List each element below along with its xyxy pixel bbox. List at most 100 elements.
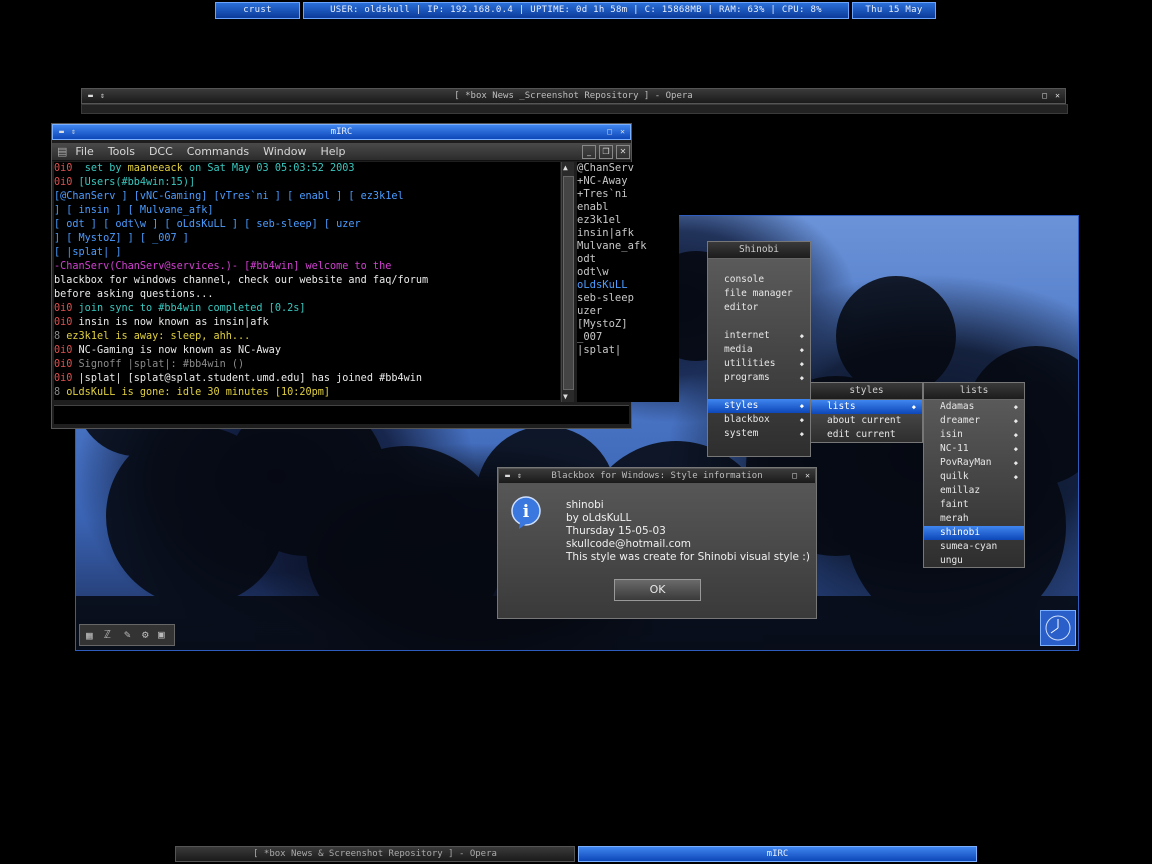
nick-item[interactable]: [MystoZ] bbox=[577, 318, 679, 331]
app-icon[interactable]: ▦ bbox=[86, 629, 93, 642]
menu-item-style[interactable]: PovRayMan ◆ bbox=[924, 456, 1024, 470]
nick-item[interactable]: insin|afk bbox=[577, 227, 679, 240]
topbar-date: Thu 15 May bbox=[852, 2, 936, 19]
chat-line: 8 oLdsKuLL is gone: idle 30 minutes [10:… bbox=[54, 387, 331, 398]
menu-item-style[interactable]: emillaz bbox=[924, 484, 1024, 498]
menu-help[interactable]: Help bbox=[320, 143, 345, 160]
root-menu[interactable]: Shinobi console file manager editor inte… bbox=[707, 241, 811, 457]
clock-icon[interactable] bbox=[1040, 610, 1076, 646]
menu-item-edit-current[interactable]: edit current bbox=[811, 428, 922, 442]
settings-icon[interactable]: ⚙ bbox=[142, 628, 149, 641]
menu-item-style[interactable]: shinobi bbox=[924, 526, 1024, 540]
chat-line: blackbox for windows channel, check our … bbox=[54, 275, 429, 286]
nick-item[interactable]: |splat| bbox=[577, 344, 679, 357]
chat-log[interactable]: 0i0 set by maaneeack on Sat May 03 05:03… bbox=[54, 162, 560, 400]
child-minimize-icon[interactable]: _ bbox=[582, 145, 596, 159]
nick-item[interactable]: seb-sleep bbox=[577, 292, 679, 305]
menu-item-style[interactable]: isin ◆ bbox=[924, 428, 1024, 442]
menu-item-style[interactable]: quilk ◆ bbox=[924, 470, 1024, 484]
sort-icon[interactable]: ℤ bbox=[104, 628, 111, 641]
nick-item[interactable]: _007 bbox=[577, 331, 679, 344]
menu-item-lists[interactable]: lists ◆ bbox=[811, 400, 922, 414]
minimize-icon[interactable]: ▬ bbox=[86, 91, 95, 100]
scroll-thumb[interactable] bbox=[563, 176, 574, 390]
menu-item-internet[interactable]: internet ◆ bbox=[708, 329, 810, 343]
menu-item-console[interactable]: console bbox=[708, 273, 810, 287]
close-icon[interactable]: ✕ bbox=[1053, 91, 1062, 100]
nick-item[interactable]: @ChanServ bbox=[577, 162, 679, 175]
chat-line: 0i0 insin is now known as insin|afk bbox=[54, 317, 269, 328]
nick-item[interactable]: ez3k1el bbox=[577, 214, 679, 227]
chat-line: 8 ez3k1el is away: sleep, ahh... bbox=[54, 331, 251, 342]
child-close-icon[interactable]: ✕ bbox=[616, 145, 630, 159]
close-icon[interactable]: ✕ bbox=[803, 471, 812, 480]
child-restore-icon[interactable]: ❐ bbox=[599, 145, 613, 159]
chat-scrollbar[interactable]: ▲ ▼ bbox=[561, 162, 574, 402]
scroll-down-icon[interactable]: ▼ bbox=[563, 392, 568, 401]
menu-item-system[interactable]: system ◆ bbox=[708, 427, 810, 441]
menu-item-style[interactable]: merah bbox=[924, 512, 1024, 526]
menu-item-styles[interactable]: styles ◆ bbox=[708, 399, 810, 413]
dialog-titlebar[interactable]: ▬ ⇕ Blackbox for Windows: Style informat… bbox=[498, 468, 816, 484]
maximize-icon[interactable]: □ bbox=[1040, 91, 1049, 100]
menu-item-style[interactable]: dreamer ◆ bbox=[924, 414, 1024, 428]
menu-item-style[interactable]: NC-11 ◆ bbox=[924, 442, 1024, 456]
menu-item-style[interactable]: ungu bbox=[924, 554, 1024, 568]
menu-separator bbox=[708, 315, 810, 329]
topbar-host[interactable]: crust bbox=[215, 2, 300, 19]
minimize-icon[interactable]: ▬ bbox=[503, 471, 512, 480]
menu-item-editor[interactable]: editor bbox=[708, 301, 810, 315]
menu-item-style[interactable]: sumea-cyan bbox=[924, 540, 1024, 554]
menu-item-utilities[interactable]: utilities ◆ bbox=[708, 357, 810, 371]
styles-menu[interactable]: styles lists ◆ about current edit current bbox=[810, 382, 923, 443]
close-icon[interactable]: ✕ bbox=[618, 127, 627, 136]
maximize-icon[interactable]: □ bbox=[790, 471, 799, 480]
chat-line: 0i0 |splat| [splat@splat.student.umd.edu… bbox=[54, 373, 423, 384]
nick-item[interactable]: uzer bbox=[577, 305, 679, 318]
submenu-arrow-icon: ◆ bbox=[799, 360, 804, 368]
menu-commands[interactable]: Commands bbox=[187, 143, 249, 160]
menu-item-blackbox[interactable]: blackbox ◆ bbox=[708, 413, 810, 427]
tool-icon[interactable]: ✎ bbox=[124, 628, 131, 641]
info-icon: i bbox=[511, 496, 541, 529]
menu-dcc[interactable]: DCC bbox=[149, 143, 173, 160]
nick-item[interactable]: odt bbox=[577, 253, 679, 266]
shade-icon[interactable]: ⇕ bbox=[98, 91, 107, 100]
minimize-icon[interactable]: ▬ bbox=[57, 127, 66, 136]
menu-item-programs[interactable]: programs ◆ bbox=[708, 371, 810, 385]
lists-menu[interactable]: lists Adamas ◆ dreamer ◆ isin ◆ NC-11 ◆ PovR… bbox=[923, 382, 1025, 568]
task-mirc[interactable]: mIRC bbox=[578, 846, 977, 862]
menu-item-media[interactable]: media ◆ bbox=[708, 343, 810, 357]
monitor-icon[interactable]: ▣ bbox=[158, 628, 165, 641]
menu-item-file-manager[interactable]: file manager bbox=[708, 287, 810, 301]
opera-titlebar[interactable]: ▬ ⇕ [ *box News _Screenshot Repository ]… bbox=[81, 88, 1066, 104]
shade-icon[interactable]: ⇕ bbox=[515, 471, 524, 480]
submenu-arrow-icon: ◆ bbox=[799, 430, 804, 438]
menu-window[interactable]: Window bbox=[263, 143, 306, 160]
ok-button[interactable]: OK bbox=[614, 579, 701, 601]
mirc-titlebar[interactable]: ▬ ⇕ mIRC □ ✕ bbox=[52, 124, 631, 140]
nick-item[interactable]: oLdsKuLL bbox=[577, 279, 679, 292]
submenu-arrow-icon: ◆ bbox=[799, 402, 804, 410]
nick-item[interactable]: enabl bbox=[577, 201, 679, 214]
nick-item[interactable]: +NC-Away bbox=[577, 175, 679, 188]
submenu-arrow-icon: ◆ bbox=[799, 416, 804, 424]
mirc-app-icon[interactable]: ▤ bbox=[57, 143, 67, 160]
maximize-icon[interactable]: □ bbox=[605, 127, 614, 136]
nick-list[interactable]: @ChanServ +NC-Away +Tres`ni enabl ez3k1e… bbox=[577, 162, 679, 402]
mirc-window[interactable]: ▬ ⇕ mIRC □ ✕ ▤ File Tools DCC Commands Window… bbox=[51, 123, 679, 429]
message-input[interactable] bbox=[54, 405, 629, 424]
style-info-dialog[interactable]: ▬ ⇕ Blackbox for Windows: Style informat… bbox=[497, 467, 817, 619]
menu-item-about-current[interactable]: about current bbox=[811, 414, 922, 428]
menu-tools[interactable]: Tools bbox=[108, 143, 135, 160]
nick-item[interactable]: +Tres`ni bbox=[577, 188, 679, 201]
slit-toolbar[interactable]: ▦ ℤ ✎ ⚙ ▣ bbox=[79, 624, 175, 646]
menu-file[interactable]: File bbox=[75, 143, 93, 160]
task-opera[interactable]: [ *box News & Screenshot Repository ] - … bbox=[175, 846, 575, 862]
scroll-up-icon[interactable]: ▲ bbox=[563, 163, 568, 172]
nick-item[interactable]: Mulvane_afk bbox=[577, 240, 679, 253]
nick-item[interactable]: odt\w bbox=[577, 266, 679, 279]
menu-item-style[interactable]: faint bbox=[924, 498, 1024, 512]
shade-icon[interactable]: ⇕ bbox=[69, 127, 78, 136]
menu-item-style[interactable]: Adamas ◆ bbox=[924, 400, 1024, 414]
